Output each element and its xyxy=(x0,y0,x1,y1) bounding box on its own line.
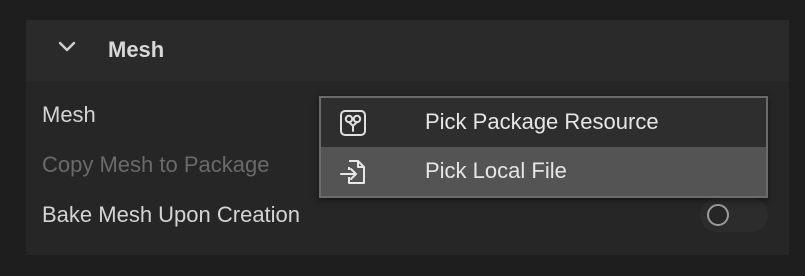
mesh-label: Mesh xyxy=(42,102,96,127)
import-file-icon xyxy=(340,160,365,184)
menu-item-label: Pick Local File xyxy=(425,158,567,183)
section-title: Mesh xyxy=(108,37,165,62)
menu-item-label: Pick Package Resource xyxy=(425,109,659,134)
section-header[interactable]: Mesh xyxy=(26,20,789,81)
package-resource-icon xyxy=(340,110,366,136)
bake-mesh-label: Bake Mesh Upon Creation xyxy=(42,202,301,227)
mesh-source-menu: Pick Package Resource Pick Local File xyxy=(319,96,768,198)
menu-item-pick-local-file[interactable]: Pick Local File xyxy=(321,147,766,196)
bake-mesh-toggle[interactable] xyxy=(700,198,768,232)
menu-item-pick-package-resource[interactable]: Pick Package Resource xyxy=(321,98,766,147)
toggle-knob xyxy=(707,204,729,226)
copy-mesh-label: Copy Mesh to Package xyxy=(42,152,270,177)
chevron-down-icon[interactable] xyxy=(58,41,76,53)
